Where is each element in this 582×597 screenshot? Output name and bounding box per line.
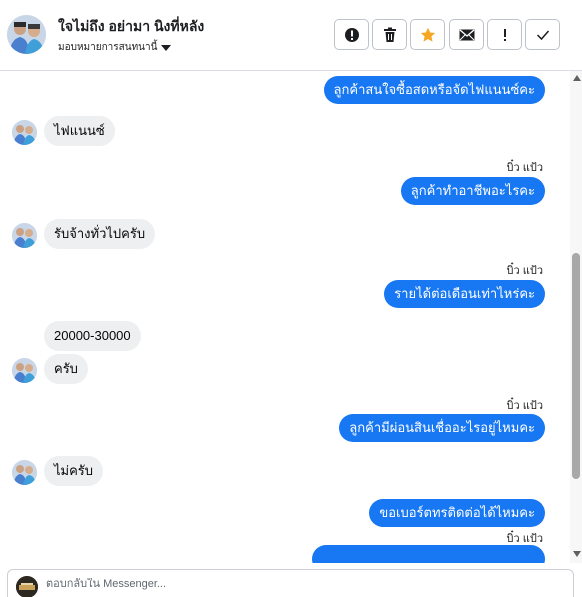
scroll-down-arrow-icon[interactable] [573, 551, 581, 557]
page-avatar [16, 576, 38, 597]
outgoing-message-partial[interactable] [312, 545, 545, 563]
contact-avatar-small[interactable] [12, 460, 37, 485]
caret-down-icon [161, 44, 172, 51]
outgoing-message[interactable]: รายได้ต่อเดือนเท่าไหร่คะ [384, 280, 545, 308]
incoming-message[interactable]: 20000-30000 [44, 321, 141, 351]
sender-name: บิ๋ว แป้ว [506, 400, 543, 412]
reply-composer [7, 569, 574, 597]
contact-avatar-small[interactable] [12, 120, 37, 145]
exclamation-icon [503, 28, 506, 41]
incoming-message[interactable]: ไม่ครับ [44, 456, 104, 486]
outgoing-message[interactable]: ลูกค้ามีผ่อนสินเชื่ออะไรอยู่ไหมคะ [339, 414, 545, 442]
messenger-conversation-window: ใจไม่ถึง อย่ามา นิงที่หลัง มอบหมายการสนท… [0, 0, 582, 597]
sender-name: บิ๋ว แป้ว [506, 162, 543, 174]
contact-avatar[interactable] [7, 15, 46, 54]
assign-conversation-dropdown[interactable]: มอบหมายการสนทนานี้ [58, 40, 172, 55]
checkmark-icon [536, 30, 549, 40]
contact-avatar-small[interactable] [12, 358, 37, 383]
reply-input[interactable] [46, 578, 546, 590]
contact-name: ใจไม่ถึง อย่ามา นิงที่หลัง [58, 18, 205, 34]
contact-avatar-small[interactable] [12, 223, 37, 248]
message-list[interactable]: ลูกค้าสนใจซื้อสดหรือจัดไฟแนนซ์คะ ไฟแนนซ์… [0, 71, 570, 563]
star-button[interactable] [410, 19, 445, 50]
sender-name: บิ๋ว แป้ว [506, 265, 543, 277]
incoming-message[interactable]: รับจ้างทั่วไปครับ [44, 219, 156, 249]
envelope-icon [459, 28, 474, 40]
outgoing-message[interactable]: ขอเบอร์ตทรติดต่อได้ไหมคะ [369, 499, 545, 527]
assign-conversation-label: มอบหมายการสนทนานี้ [58, 42, 158, 53]
incoming-message[interactable]: ไฟแนนซ์ [44, 116, 115, 146]
scrollbar-thumb[interactable] [572, 253, 580, 479]
outgoing-message[interactable]: ลูกค้าสนใจซื้อสดหรือจัดไฟแนนซ์คะ [323, 76, 545, 104]
outgoing-message[interactable]: ลูกค้าทำอาชีพอะไรคะ [400, 177, 545, 205]
message-scrollbar[interactable] [570, 71, 582, 563]
follow-up-button[interactable] [487, 19, 522, 50]
trash-icon [383, 27, 396, 42]
mark-done-button[interactable] [525, 19, 560, 50]
incoming-message[interactable]: ครับ [44, 354, 88, 384]
conversation-header: ใจไม่ถึง อย่ามา นิงที่หลัง มอบหมายการสนท… [0, 0, 582, 71]
star-icon [420, 27, 435, 42]
alert-circle-icon [344, 27, 359, 42]
mark-as-spam-button[interactable] [334, 19, 369, 50]
delete-button[interactable] [372, 19, 407, 50]
mark-unread-button[interactable] [449, 19, 484, 50]
scroll-up-arrow-icon[interactable] [573, 75, 581, 81]
